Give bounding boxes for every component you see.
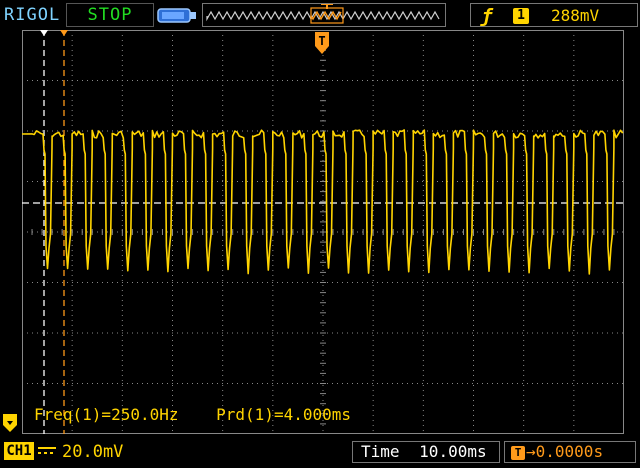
cursor-a-marker bbox=[40, 30, 48, 36]
trigger-settings-panel[interactable]: ƒ 1 288mV bbox=[470, 3, 638, 27]
waveform-display: T bbox=[22, 30, 624, 434]
trigger-position-label: T bbox=[318, 34, 325, 48]
graticule-grid bbox=[22, 30, 624, 434]
time-scale-value: 10.00ms bbox=[419, 442, 487, 461]
arrow-right-icon: → bbox=[526, 442, 536, 461]
trigger-offset-readout[interactable]: T →0.0000s bbox=[504, 441, 636, 463]
frequency-measurement: Freq(1)=250.0Hz bbox=[34, 405, 179, 424]
trigger-position-marker: T bbox=[315, 32, 329, 54]
trigger-level-readout: 288mV bbox=[551, 6, 600, 25]
trigger-offset-value: 0.0000s bbox=[535, 442, 604, 461]
time-label: Time bbox=[361, 442, 400, 461]
timebase-readout[interactable]: Time 10.00ms bbox=[352, 441, 500, 463]
trigger-offset-icon: T bbox=[511, 445, 525, 460]
cursor-b-marker bbox=[60, 30, 68, 36]
channel-1-vertical-scale[interactable]: 20.0mV bbox=[62, 442, 123, 462]
channel-1-ground-marker-icon[interactable] bbox=[2, 413, 18, 433]
channel-1-badge[interactable]: CH1 bbox=[4, 442, 34, 460]
horizontal-position-indicator bbox=[202, 3, 446, 27]
measurement-readout: Freq(1)=250.0Hz Prd(1)=4.000ms bbox=[34, 404, 379, 426]
run-state-badge[interactable]: STOP bbox=[66, 3, 154, 27]
trigger-source-badge: 1 bbox=[513, 8, 529, 24]
period-measurement: Prd(1)=4.000ms bbox=[216, 405, 351, 424]
dc-coupling-icon bbox=[36, 442, 58, 460]
usb-storage-icon bbox=[156, 4, 198, 26]
brand-logo: RIGOL bbox=[4, 5, 61, 25]
rising-edge-icon: ƒ bbox=[481, 5, 493, 27]
